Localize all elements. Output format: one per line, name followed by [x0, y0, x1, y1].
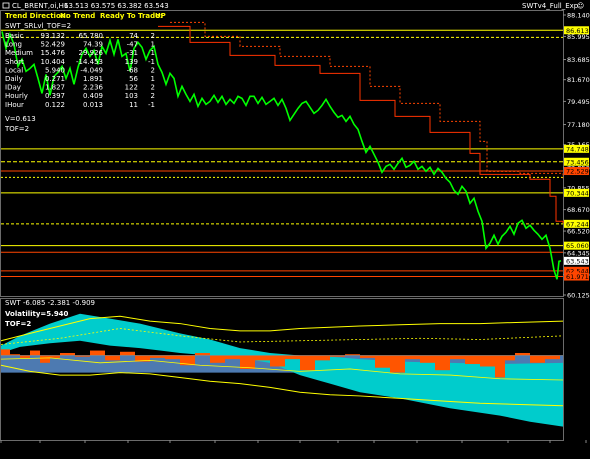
- stats-cell: 1: [151, 41, 155, 49]
- price-tick: 68.670: [567, 206, 590, 214]
- stats-cell: 0.013: [83, 101, 103, 109]
- stats-cell: Local: [5, 66, 23, 74]
- stats-cell: -14.453: [76, 58, 103, 66]
- price-axis: 88.14085.99583.68581.67079.49577.18075.1…: [563, 12, 590, 300]
- price-tag: 67.244: [566, 220, 589, 228]
- time-tick: 7 Nov 03:00: [442, 446, 482, 454]
- stats-cell: Medium: [5, 49, 33, 57]
- stats-cell: Basic: [5, 32, 24, 40]
- price-tag: 73.456: [566, 158, 589, 166]
- price-tick: 64.345: [567, 249, 590, 257]
- sub-tof-label: TOF=2: [5, 320, 31, 328]
- stats-cell: 11: [129, 101, 138, 109]
- stats-cell: 93.132: [41, 32, 66, 40]
- stats-cell: 56: [129, 75, 138, 83]
- stats-cell: -1: [148, 101, 155, 109]
- stats-cell: 2: [151, 32, 155, 40]
- indicator-status-icon: ☺: [577, 2, 584, 10]
- stats-cell: 65.780: [79, 32, 104, 40]
- chart-canvas[interactable]: CL_BRENT,oi,H163.513 63.575 63.382 63.54…: [0, 0, 590, 459]
- time-tick: 19 Oct 19:00: [237, 446, 279, 454]
- ohlc-readout: 63.513 63.575 63.382 63.543: [64, 2, 169, 10]
- window-title: CL_BRENT,oi,H1: [12, 2, 68, 10]
- price-tag: 86.613: [566, 27, 589, 35]
- stats-cell: -1: [148, 58, 155, 66]
- stats-cell: -4.049: [80, 66, 103, 74]
- stats-cell: 74.39: [83, 41, 103, 49]
- stats-cell: -31: [127, 49, 138, 57]
- time-tick: 12 Nov 04:00: [486, 446, 530, 454]
- stats-cell: Daily: [5, 75, 23, 83]
- stats-cell: 2: [151, 66, 155, 74]
- price-tick: 60.125: [567, 292, 590, 300]
- stats-cell: 0.122: [45, 101, 65, 109]
- price-tick: 66.520: [567, 228, 590, 236]
- tof-line: TOF=2: [4, 125, 29, 133]
- stats-cell: 2.236: [83, 84, 104, 92]
- price-tag: 74.748: [566, 145, 589, 153]
- stats-cell: 52.429: [41, 41, 66, 49]
- stats-cell: 0.271: [45, 75, 65, 83]
- stats-cell: Hourly: [5, 92, 28, 100]
- stats-cell: -47: [127, 41, 138, 49]
- stats-cell: 1.891: [83, 75, 103, 83]
- stats-cell: IHour: [5, 101, 24, 109]
- price-tag: 70.344: [566, 189, 589, 197]
- price-tick: 88.140: [567, 12, 590, 20]
- price-tick: 79.495: [567, 98, 590, 106]
- stats-cell: 0.409: [83, 92, 103, 100]
- time-tick: 8 Oct 16:00: [109, 446, 147, 454]
- stop-line-lower: [158, 25, 564, 224]
- stats-cell: IDay: [5, 84, 21, 92]
- sub-axis-tick: -6.566: [567, 431, 588, 439]
- window-icon: [2, 2, 10, 9]
- stats-cell: Short: [5, 58, 24, 66]
- ready-label: Ready To Trade:: [100, 12, 163, 20]
- stats-cell: 2: [151, 84, 155, 92]
- stats-cell: 1: [151, 75, 155, 83]
- time-tick: 24 Oct 20:00: [279, 446, 321, 454]
- stats-cell: 5.940: [45, 66, 65, 74]
- stats-cell: 29.926: [79, 49, 104, 57]
- stats-cell: 74: [129, 32, 138, 40]
- stats-cell: 139: [125, 58, 138, 66]
- time-tick: 28 Sep 14:00: [18, 446, 61, 454]
- time-tick: 30 Oct 22:00: [353, 446, 395, 454]
- stats-cell: 122: [125, 84, 138, 92]
- time-axis: 25 Sep 201828 Sep 14:00 3 Oct 15:00 8 Oct …: [0, 440, 587, 454]
- trend-value: No Trend: [60, 12, 95, 20]
- price-tag: 72.529: [566, 168, 589, 176]
- indicator-name: SWTv4_Full_Exp: [522, 2, 579, 10]
- time-tick: 3 Oct 15:00: [66, 446, 104, 454]
- stats-cell: Long: [5, 41, 22, 49]
- sub-axis-tick: 0.00: [567, 352, 581, 360]
- stats-cell: 0.397: [45, 92, 65, 100]
- time-tick: 20 Nov 06:00: [542, 446, 586, 454]
- price-tick: 81.670: [567, 76, 590, 84]
- time-tick: 2 Nov 01:00: [397, 446, 437, 454]
- time-tick: 11 Oct 17:00: [149, 446, 191, 454]
- stats-cell: 10.404: [41, 58, 66, 66]
- stats-cell: 1: [151, 49, 155, 57]
- price-tag: 61.971: [566, 273, 589, 281]
- price-tick: 83.685: [567, 56, 590, 64]
- price-tag: 63.543: [566, 257, 589, 265]
- price-tick: 77.180: [567, 121, 590, 129]
- stats-cell: 1.827: [45, 84, 65, 92]
- time-tick: 16 Oct 18:00: [194, 446, 236, 454]
- stats-cell: 2: [151, 92, 155, 100]
- sub-axis-tick: 4.032: [567, 303, 586, 311]
- volatility-label: Volatility=5.940: [5, 310, 69, 318]
- volume-line: V=0.613: [5, 115, 36, 123]
- sub-title: SWT -6.085 -2.381 -0.909: [5, 299, 95, 307]
- price-tag: 65.060: [566, 242, 589, 250]
- ready-value: UP: [155, 12, 166, 20]
- stats-cell: -68: [127, 66, 138, 74]
- stats-cell: 15.476: [41, 49, 66, 57]
- stats-cell: 103: [125, 92, 138, 100]
- sub-label: SWT_SRLvl_TOF=2: [5, 22, 71, 30]
